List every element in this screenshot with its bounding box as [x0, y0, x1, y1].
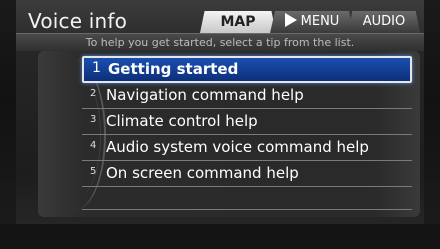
page-title: Voice info — [28, 9, 128, 33]
list-item-label: Climate control help — [106, 112, 258, 130]
play-arrow-icon — [284, 13, 297, 27]
tip-list: 1 Getting started 2 Navigation command h… — [82, 56, 412, 210]
list-item-getting-started[interactable]: 1 Getting started — [82, 56, 412, 83]
voice-info-screen: Voice info MAP MENU AUDIO To help you ge… — [0, 0, 440, 249]
list-item-navigation-help[interactable]: 2 Navigation command help — [82, 83, 412, 109]
list-item-number: 3 — [90, 114, 97, 125]
tab-audio[interactable]: AUDIO — [348, 11, 420, 33]
list-item-label: On screen command help — [106, 164, 299, 182]
list-item-climate-help[interactable]: 3 Climate control help — [82, 109, 412, 135]
list-item-number: 5 — [90, 166, 97, 177]
instruction-text: To help you get started, select a tip fr… — [16, 33, 424, 51]
list-item-number: 2 — [90, 88, 97, 99]
list-item-label: Getting started — [108, 60, 239, 78]
list-item-empty — [82, 187, 412, 210]
bottom-bar — [0, 224, 440, 249]
tab-menu[interactable]: MENU — [270, 11, 354, 33]
list-item-number: 1 — [92, 60, 101, 76]
tab-menu-label: MENU — [300, 14, 340, 29]
list-item-on-screen-help[interactable]: 5 On screen command help — [82, 161, 412, 187]
tab-map[interactable]: MAP — [200, 11, 276, 33]
list-item-label: Navigation command help — [106, 86, 304, 104]
list-item-label: Audio system voice command help — [106, 138, 369, 156]
list-item-number: 4 — [90, 140, 97, 151]
list-item-audio-help[interactable]: 4 Audio system voice command help — [82, 135, 412, 161]
